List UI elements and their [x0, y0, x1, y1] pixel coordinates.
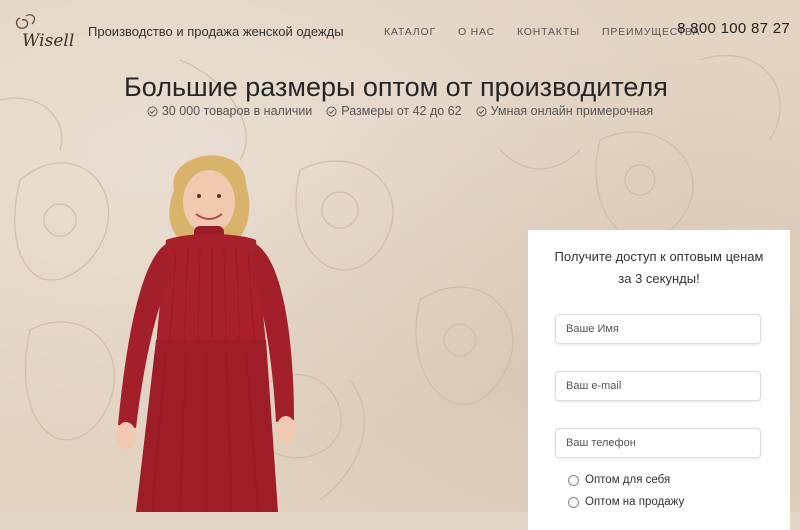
- check-circle-icon: [326, 105, 337, 117]
- nav-contacts[interactable]: КОНТАКТЫ: [517, 26, 580, 38]
- feature-item: Умная онлайн примерочная: [476, 104, 654, 118]
- nav-about[interactable]: О НАС: [458, 26, 495, 38]
- feature-item: Размеры от 42 до 62: [326, 104, 462, 118]
- feature-text: 30 000 товаров в наличии: [161, 104, 313, 118]
- phone-field[interactable]: [555, 428, 761, 458]
- form-title-line2: за 3 секунды!: [618, 271, 700, 286]
- option-wholesale-resale[interactable]: Оптом на продажу: [568, 496, 684, 508]
- wholesale-access-form: Получите доступ к оптовым ценам за 3 сек…: [528, 230, 790, 530]
- radio-button[interactable]: [568, 474, 579, 486]
- site-tagline: Производство и продажа женской одежды: [88, 24, 344, 39]
- phone-number[interactable]: 8 800 100 87 27: [677, 20, 790, 37]
- feature-text: Размеры от 42 до 62: [341, 104, 462, 118]
- name-field[interactable]: [555, 314, 761, 344]
- form-title: Получите доступ к оптовым ценам за 3 сек…: [528, 246, 790, 290]
- email-field[interactable]: [555, 371, 761, 401]
- feature-list: 30 000 товаров в наличии Размеры от 42 д…: [0, 104, 800, 118]
- check-circle-icon: [476, 105, 487, 117]
- radio-button[interactable]: [568, 496, 579, 508]
- main-nav: КАТАЛОГ О НАС КОНТАКТЫ ПРЕИМУЩЕСТВА: [384, 26, 722, 38]
- page-title: Большие размеры оптом от производителя: [124, 72, 668, 102]
- logo-wordmark: Wisell: [22, 31, 74, 51]
- option-label: Оптом для себя: [585, 474, 671, 486]
- feature-item: 30 000 товаров в наличии: [147, 104, 312, 118]
- wisell-logo[interactable]: Wisell: [10, 10, 76, 54]
- model-photo: [96, 140, 316, 513]
- option-wholesale-self[interactable]: Оптом для себя: [568, 474, 670, 486]
- option-label: Оптом на продажу: [585, 496, 685, 508]
- nav-catalog[interactable]: КАТАЛОГ: [384, 26, 436, 38]
- feature-text: Умная онлайн примерочная: [490, 104, 654, 118]
- site-header: Wisell Производство и продажа женской од…: [0, 0, 800, 64]
- form-title-line1: Получите доступ к оптовым ценам: [554, 249, 764, 264]
- check-circle-icon: [147, 105, 158, 117]
